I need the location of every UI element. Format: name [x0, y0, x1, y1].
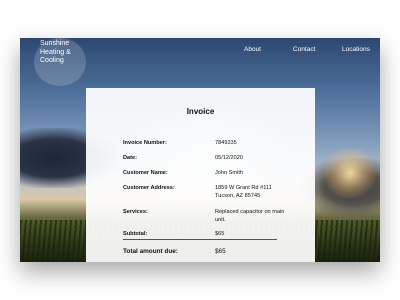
- total-divider: [123, 239, 277, 240]
- invoice-number-label: Invoice Number:: [123, 140, 167, 146]
- invoice-card: Invoice Invoice Number: 7849235 Date: 05…: [86, 88, 315, 262]
- hero-section: Sunshine Heating & Cooling About Contact…: [20, 38, 380, 262]
- total-amount-label: Total amount due:: [123, 248, 178, 255]
- nav-link-locations[interactable]: Locations: [342, 46, 370, 53]
- subtotal-value: $65: [215, 231, 225, 237]
- page-canvas: Sunshine Heating & Cooling About Contact…: [0, 0, 400, 300]
- services-label: Services:: [123, 209, 148, 215]
- brand-logo-text[interactable]: Sunshine Heating & Cooling: [40, 40, 80, 66]
- invoice-title: Invoice: [186, 107, 215, 116]
- total-amount-value: $65: [215, 248, 226, 255]
- sun-glow: [320, 148, 380, 198]
- nav-link-contact[interactable]: Contact: [293, 46, 315, 53]
- date-value: 05/12/2020: [215, 155, 243, 161]
- customer-name-label: Customer Name:: [123, 170, 168, 176]
- customer-address-value: 1859 W Grant Rd #111 Tucson, AZ 85745: [215, 185, 272, 199]
- nav-link-about[interactable]: About: [244, 46, 261, 53]
- services-value: Replaced capacitor on main unit.: [215, 209, 285, 223]
- customer-name-value: John Smith: [215, 170, 243, 176]
- date-label: Date:: [123, 155, 137, 161]
- invoice-number-value: 7849235: [215, 140, 237, 146]
- subtotal-label: Subtotal:: [123, 231, 148, 237]
- customer-address-label: Customer Address:: [123, 185, 175, 191]
